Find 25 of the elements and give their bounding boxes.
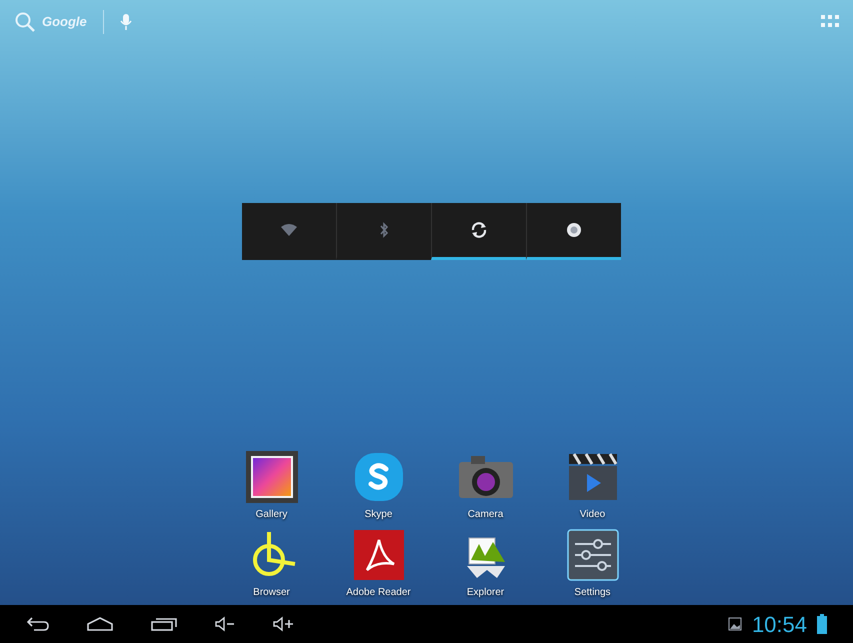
app-shortcut[interactable]: Browser [218, 525, 325, 603]
wifi-icon [280, 223, 298, 237]
image-notification-icon[interactable] [728, 617, 742, 631]
sync-icon [470, 221, 488, 239]
brightness-icon [566, 222, 582, 238]
power-toggle[interactable] [431, 203, 526, 260]
settings-icon [566, 528, 620, 582]
clock-text: 10:54 [752, 610, 807, 638]
bluetooth-icon [379, 222, 389, 238]
app-shortcut[interactable]: Gallery [218, 447, 325, 525]
gallery-icon [244, 450, 298, 504]
app-shortcut[interactable]: Skype [325, 447, 432, 525]
app-shortcut[interactable]: Settings [539, 525, 646, 603]
app-shortcut[interactable]: Video [539, 447, 646, 525]
recent-apps-icon[interactable] [150, 616, 178, 632]
volume-up-icon[interactable] [272, 616, 294, 632]
power-toggle[interactable] [526, 203, 621, 260]
home-icon[interactable] [86, 616, 114, 632]
volume-down-icon[interactable] [214, 616, 236, 632]
pdf-reader-icon [352, 528, 406, 582]
app-shortcut[interactable]: Explorer [432, 525, 539, 603]
app-shortcut[interactable]: Adobe Reader [325, 525, 432, 603]
app-shortcut[interactable]: Camera [432, 447, 539, 525]
back-icon[interactable] [26, 616, 50, 632]
battery-icon [817, 614, 827, 634]
